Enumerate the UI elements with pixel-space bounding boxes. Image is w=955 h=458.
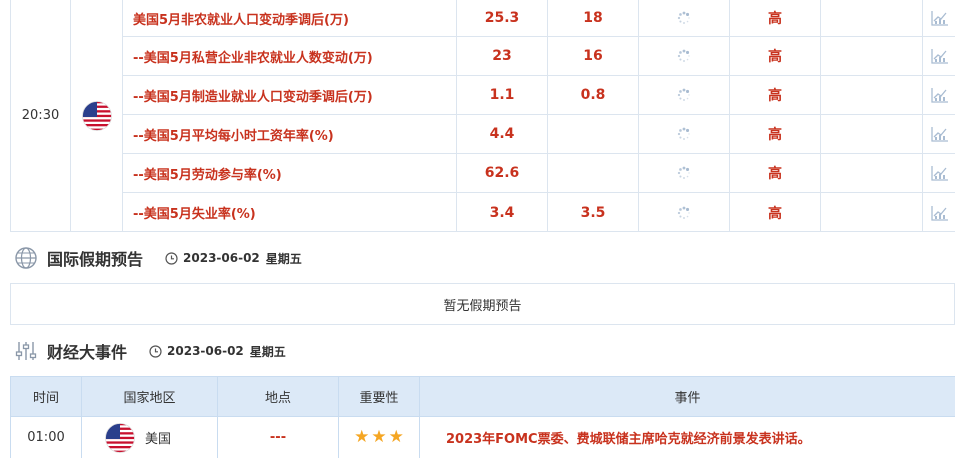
events-date: 2023-06-02 星期五 xyxy=(149,343,286,360)
globe-icon xyxy=(15,247,37,269)
importance-label: 高 xyxy=(729,37,820,75)
actual-value-cell xyxy=(638,193,729,232)
chart-icon[interactable] xyxy=(930,9,950,27)
loading-icon xyxy=(677,49,690,62)
header-location: 地点 xyxy=(218,377,339,416)
expected-value: 18 xyxy=(547,0,638,36)
previous-value: 4.4 xyxy=(456,115,547,153)
holiday-empty-text: 暂无假期预告 xyxy=(443,298,522,314)
chart-icon[interactable] xyxy=(930,204,950,222)
header-event: 事件 xyxy=(420,377,955,416)
star-icon: ★ xyxy=(371,427,387,447)
indicator-name[interactable]: --美国5月私营企业非农就业人数变动(万) xyxy=(133,37,463,75)
chart-icon[interactable] xyxy=(930,125,950,143)
events-table: 时间 国家地区 地点 重要性 事件 01:00 美国 --- ★ ★ ★ 202… xyxy=(10,376,955,458)
expected-value: 16 xyxy=(547,37,638,75)
event-location: --- xyxy=(218,417,339,458)
expected-value: 0.8 xyxy=(547,76,638,114)
empty-cell xyxy=(820,37,922,75)
chart-link[interactable] xyxy=(922,37,955,75)
indicator-name[interactable]: --美国5月制造业就业人口变动季调后(万) xyxy=(133,76,463,114)
loading-icon xyxy=(677,11,690,24)
importance-label: 高 xyxy=(729,193,820,232)
us-flag-icon xyxy=(105,422,135,453)
holiday-section-title: 国际假期预告 xyxy=(47,250,144,269)
actual-value-cell xyxy=(638,154,729,192)
indicator-row[interactable]: 美国5月非农就业人口变动季调后(万) 25.3 18 高 xyxy=(123,0,955,37)
previous-value: 25.3 xyxy=(456,0,547,36)
event-time: 01:00 xyxy=(11,417,82,458)
holiday-date: 2023-06-02 星期五 xyxy=(165,250,302,267)
event-row[interactable]: 01:00 美国 --- ★ ★ ★ 2023年FOMC票委、费城联储主席哈克就… xyxy=(11,417,955,458)
empty-cell xyxy=(820,76,922,114)
indicator-name[interactable]: 美国5月非农就业人口变动季调后(万) xyxy=(133,0,463,36)
previous-value: 3.4 xyxy=(456,193,547,232)
previous-value: 23 xyxy=(456,37,547,75)
indicator-name[interactable]: --美国5月平均每小时工资年率(%) xyxy=(133,115,463,153)
chart-icon[interactable] xyxy=(930,86,950,104)
header-importance: 重要性 xyxy=(339,377,420,416)
indicator-row[interactable]: --美国5月私营企业非农就业人数变动(万) 23 16 高 xyxy=(123,37,955,76)
loading-icon xyxy=(677,88,690,101)
actual-value-cell xyxy=(638,76,729,114)
chart-link[interactable] xyxy=(922,0,955,36)
sliders-icon xyxy=(15,342,37,360)
events-date-text: 2023-06-02 xyxy=(167,344,244,358)
expected-value xyxy=(547,154,638,192)
events-weekday: 星期五 xyxy=(249,344,286,359)
clock-icon xyxy=(165,251,178,265)
actual-value-cell xyxy=(638,115,729,153)
empty-cell xyxy=(820,193,922,232)
chart-icon[interactable] xyxy=(930,164,950,182)
header-time: 时间 xyxy=(11,377,82,416)
indicator-name[interactable]: --美国5月失业率(%) xyxy=(133,193,463,232)
indicator-row[interactable]: --美国5月失业率(%) 3.4 3.5 高 xyxy=(123,193,955,232)
importance-label: 高 xyxy=(729,115,820,153)
indicator-rows: 美国5月非农就业人口变动季调后(万) 25.3 18 高 --美国5月私营企业非… xyxy=(123,0,955,232)
importance-label: 高 xyxy=(729,154,820,192)
holiday-weekday: 星期五 xyxy=(265,251,302,266)
empty-cell xyxy=(820,0,922,36)
importance-label: 高 xyxy=(729,76,820,114)
star-icon: ★ xyxy=(354,427,370,447)
chart-link[interactable] xyxy=(922,115,955,153)
indicator-row[interactable]: --美国5月制造业就业人口变动季调后(万) 1.1 0.8 高 xyxy=(123,76,955,115)
chart-icon[interactable] xyxy=(930,47,950,65)
importance-label: 高 xyxy=(729,0,820,36)
empty-cell xyxy=(820,115,922,153)
country-flag-cell xyxy=(71,0,123,231)
event-region: 美国 xyxy=(82,417,218,458)
events-table-header: 时间 国家地区 地点 重要性 事件 xyxy=(11,376,955,417)
indicator-row[interactable]: --美国5月平均每小时工资年率(%) 4.4 高 xyxy=(123,115,955,154)
chart-link[interactable] xyxy=(922,76,955,114)
chart-link[interactable] xyxy=(922,193,955,232)
loading-icon xyxy=(677,127,690,140)
expected-value xyxy=(547,115,638,153)
indicator-row[interactable]: --美国5月劳动参与率(%) 62.6 高 xyxy=(123,154,955,193)
star-icon: ★ xyxy=(388,427,404,447)
actual-value-cell xyxy=(638,37,729,75)
indicator-table: 20:30 美国5月非农就业人口变动季调后(万) 25.3 18 高 --美国5… xyxy=(10,0,955,232)
header-region: 国家地区 xyxy=(82,377,218,416)
loading-icon xyxy=(677,166,690,179)
holiday-section-header: 国际假期预告 2023-06-02 星期五 xyxy=(10,244,302,272)
release-time: 20:30 xyxy=(11,0,71,231)
chart-link[interactable] xyxy=(922,154,955,192)
indicator-name[interactable]: --美国5月劳动参与率(%) xyxy=(133,154,463,192)
previous-value: 1.1 xyxy=(456,76,547,114)
event-description[interactable]: 2023年FOMC票委、费城联储主席哈克就经济前景发表讲话。 xyxy=(420,417,955,458)
event-importance-stars: ★ ★ ★ xyxy=(339,417,420,458)
loading-icon xyxy=(677,206,690,219)
expected-value: 3.5 xyxy=(547,193,638,232)
events-section-header: 财经大事件 2023-06-02 星期五 xyxy=(10,337,286,365)
events-section-title: 财经大事件 xyxy=(47,343,128,362)
holiday-empty-box: 暂无假期预告 xyxy=(10,283,955,325)
clock-icon xyxy=(149,344,162,358)
holiday-date-text: 2023-06-02 xyxy=(183,251,260,265)
previous-value: 62.6 xyxy=(456,154,547,192)
us-flag-icon xyxy=(81,100,112,131)
event-region-name: 美国 xyxy=(145,432,172,447)
actual-value-cell xyxy=(638,0,729,36)
empty-cell xyxy=(820,154,922,192)
